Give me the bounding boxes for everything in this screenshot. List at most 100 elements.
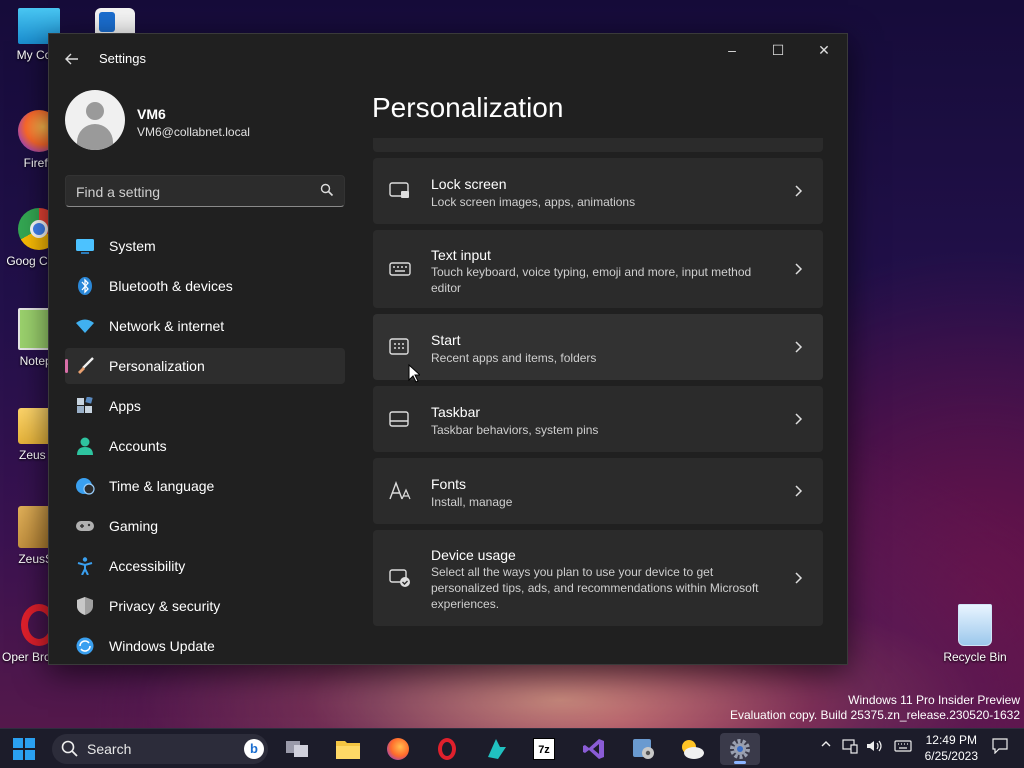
taskbar-icon [389, 411, 409, 427]
file-explorer-button[interactable] [328, 733, 368, 765]
card-description: Touch keyboard, voice typing, emoji and … [431, 265, 752, 295]
sidebar-item-label: Windows Update [109, 638, 215, 654]
card-title: Fonts [431, 476, 467, 492]
settings-content[interactable]: Lock screen Lock screen images, apps, an… [373, 138, 825, 628]
maximize-button[interactable]: ☐ [755, 34, 801, 66]
network-tray-button[interactable] [842, 738, 858, 757]
chevron-right-icon [795, 185, 803, 197]
search-icon [320, 183, 334, 197]
taskbar-search[interactable]: Search b [52, 734, 268, 764]
search-placeholder: Find a setting [76, 184, 161, 200]
sidebar-item-system[interactable]: System [65, 228, 345, 264]
card-title: Text input [431, 247, 491, 263]
notifications-button[interactable] [992, 738, 1008, 757]
control-panel-taskbar-button[interactable] [624, 733, 664, 765]
accounts-icon [77, 437, 93, 455]
chevron-right-icon [795, 263, 803, 275]
notification-icon [992, 738, 1008, 755]
user-name: VM6 [137, 106, 166, 122]
sidebar-item-label: Network & internet [109, 318, 225, 334]
start-button[interactable] [4, 733, 44, 765]
taskbar-search-label: Search [87, 741, 132, 757]
opera-taskbar-button[interactable] [428, 733, 468, 765]
search-icon [61, 740, 78, 757]
firefox-taskbar-button[interactable] [378, 733, 418, 765]
card-device-usage[interactable]: Device usage Select all the ways you pla… [373, 530, 823, 626]
device-usage-icon [389, 569, 410, 587]
settings-icon [730, 739, 750, 759]
back-button[interactable] [61, 48, 83, 70]
mouse-cursor [408, 364, 420, 383]
card-title: Lock screen [431, 176, 507, 192]
taskbar-clock[interactable]: 12:49 PM 6/25/2023 [925, 732, 978, 764]
windows-watermark: Windows 11 Pro Insider Preview Evaluatio… [730, 693, 1020, 723]
input-indicator-button[interactable] [894, 738, 912, 756]
sidebar-item-windows-update[interactable]: Windows Update [65, 628, 345, 664]
card-text-input[interactable]: Text input Touch keyboard, voice typing,… [373, 230, 823, 308]
desktop-icon-label: Recycle Bin [943, 650, 1007, 664]
sidebar-item-label: Apps [109, 398, 141, 414]
sidebar-item-network[interactable]: Network & internet [65, 308, 345, 344]
gamepad-icon [76, 521, 94, 531]
bluetooth-icon [78, 277, 92, 295]
sidebar-item-apps[interactable]: Apps [65, 388, 345, 424]
card-fonts[interactable]: Fonts Install, manage [373, 458, 823, 524]
firefox-icon [387, 738, 409, 760]
card-title: Start [431, 332, 461, 348]
volume-tray-button[interactable] [866, 738, 882, 757]
chevron-right-icon [795, 413, 803, 425]
volume-icon [867, 740, 882, 752]
card-description: Select all the ways you plan to use your… [431, 565, 759, 611]
avatar[interactable] [65, 90, 125, 150]
sidebar-item-accounts[interactable]: Accounts [65, 428, 345, 464]
app-taskbar-button[interactable] [476, 733, 516, 765]
sidebar-item-time-language[interactable]: Time & language [65, 468, 345, 504]
visual-studio-taskbar-button[interactable] [574, 733, 614, 765]
desktop-icon-recycle-bin[interactable]: Recycle Bin [936, 604, 1014, 665]
sidebar-item-privacy-security[interactable]: Privacy & security [65, 588, 345, 624]
shield-icon [77, 597, 93, 615]
card-lock-screen[interactable]: Lock screen Lock screen images, apps, an… [373, 158, 823, 224]
network-icon [76, 319, 94, 333]
sidebar-item-label: Time & language [109, 478, 215, 494]
7zip-taskbar-button[interactable]: 7z [524, 733, 564, 765]
user-body-shape [77, 124, 113, 150]
ethernet-icon [842, 739, 858, 754]
sidebar-nav: System Bluetooth & devices Network & int… [65, 228, 345, 668]
settings-taskbar-button[interactable] [720, 733, 760, 765]
sidebar-item-personalization[interactable]: Personalization [65, 348, 345, 384]
sidebar-item-label: Accounts [109, 438, 167, 454]
apps-icon [77, 397, 93, 413]
watermark-edition: Windows 11 Pro Insider Preview [848, 693, 1020, 707]
task-view-icon [286, 741, 308, 757]
sidebar-item-gaming[interactable]: Gaming [65, 508, 345, 544]
brush-icon [78, 357, 94, 374]
minimize-button[interactable]: – [709, 34, 755, 66]
sidebar-item-label: Bluetooth & devices [109, 278, 233, 294]
keyboard-icon [389, 262, 411, 276]
weather-taskbar-button[interactable] [672, 733, 712, 765]
system-icon [76, 239, 94, 254]
show-hidden-icons-button[interactable] [820, 738, 832, 753]
card-start[interactable]: Start Recent apps and items, folders [373, 314, 823, 380]
close-button[interactable]: ✕ [801, 34, 847, 66]
update-icon [76, 637, 94, 655]
user-email: VM6@collabnet.local [137, 125, 250, 139]
chevron-right-icon [795, 341, 803, 353]
bing-icon: b [244, 739, 264, 759]
sidebar-item-accessibility[interactable]: Accessibility [65, 548, 345, 584]
watermark-build: Evaluation copy. Build 25375.zn_release.… [730, 708, 1020, 722]
card-taskbar[interactable]: Taskbar Taskbar behaviors, system pins [373, 386, 823, 452]
sidebar-item-bluetooth[interactable]: Bluetooth & devices [65, 268, 345, 304]
taskbar: Search b 7z 12:49 PM 6/25/2023 [0, 728, 1024, 768]
task-view-button[interactable] [278, 733, 318, 765]
arrow-left-icon [65, 53, 78, 65]
recycle-bin-icon [958, 604, 992, 646]
visual-studio-icon [583, 739, 604, 759]
app-icon [488, 739, 506, 759]
search-input[interactable]: Find a setting [65, 175, 345, 207]
windows-logo-icon [13, 738, 35, 760]
title-bar[interactable]: Settings – ☐ ✕ [49, 34, 847, 82]
weather-icon [682, 740, 704, 759]
sidebar-item-label: System [109, 238, 156, 254]
